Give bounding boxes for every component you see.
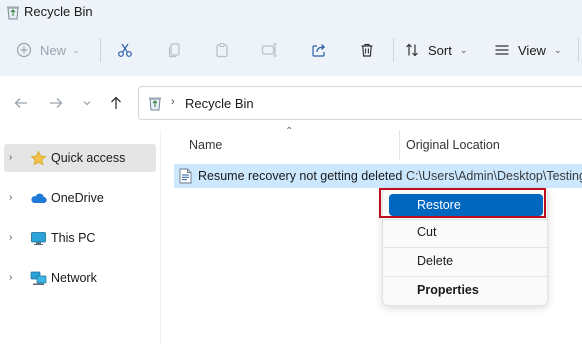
properties-menu-label: Properties <box>417 283 479 297</box>
copy-button[interactable] <box>162 38 186 62</box>
delete-button[interactable] <box>355 38 379 62</box>
chevron-right-icon[interactable]: › <box>9 152 12 163</box>
title-bar: Recycle Bin <box>0 0 582 24</box>
file-row[interactable]: Resume recovery not getting deleted C:\U… <box>174 164 582 188</box>
share-icon <box>312 44 326 57</box>
view-list-icon <box>495 45 509 55</box>
sort-ascending-icon: ⌃ <box>285 126 294 137</box>
column-resize-handle[interactable] <box>399 130 400 160</box>
share-button[interactable] <box>307 38 331 62</box>
up-button[interactable] <box>107 94 125 112</box>
rename-icon <box>261 43 277 57</box>
delete-menu-item[interactable]: Delete <box>389 250 543 272</box>
copy-icon <box>168 43 180 58</box>
trash-icon <box>361 43 373 57</box>
sidebar-item-label: Quick access <box>51 151 126 165</box>
file-name: Resume recovery not getting deleted <box>198 169 403 183</box>
cut-button[interactable] <box>113 38 137 62</box>
chevron-down-icon: ⌄ <box>553 44 562 55</box>
address-bar[interactable]: › Recycle Bin <box>138 86 582 120</box>
toolbar-divider <box>393 38 394 62</box>
arrow-right-icon <box>50 98 63 108</box>
column-header-original-location[interactable]: Original Location <box>406 138 500 152</box>
delete-menu-label: Delete <box>417 254 454 268</box>
chevron-right-icon[interactable]: › <box>9 272 12 283</box>
restore-highlight-outline <box>379 188 546 218</box>
recycle-bin-icon <box>7 6 19 20</box>
file-original-location: C:\Users\Admin\Desktop\Testing <box>406 169 582 183</box>
sort-button[interactable]: Sort ⌄ <box>404 38 467 62</box>
sidebar-item-onedrive[interactable]: › OneDrive <box>4 184 156 212</box>
cut-menu-item[interactable]: Cut <box>389 221 543 243</box>
column-header-row: ⌃ Name Original Location <box>161 126 582 162</box>
toolbar-divider <box>578 38 579 62</box>
forward-button[interactable] <box>47 94 65 112</box>
toolbar-divider <box>100 38 101 62</box>
sidebar-item-label: Network <box>51 271 97 285</box>
document-icon <box>179 168 192 184</box>
properties-menu-item[interactable]: Properties <box>389 279 543 301</box>
menu-separator <box>384 219 548 220</box>
monitor-icon <box>31 232 46 245</box>
chevron-right-icon[interactable]: › <box>9 192 12 203</box>
view-button[interactable]: View ⌄ <box>494 38 562 62</box>
chevron-right-icon[interactable]: › <box>9 232 12 243</box>
back-button[interactable] <box>12 94 30 112</box>
sidebar-item-label: This PC <box>51 231 96 245</box>
network-icon <box>30 271 47 285</box>
breadcrumb-recycle-bin[interactable]: Recycle Bin <box>185 96 254 111</box>
menu-separator <box>384 247 548 248</box>
rename-button[interactable] <box>258 38 282 62</box>
sort-icon <box>406 43 418 57</box>
scissors-icon <box>118 43 132 57</box>
menu-separator <box>384 276 548 277</box>
chevron-down-icon <box>83 101 91 106</box>
column-header-name[interactable]: Name <box>189 138 222 152</box>
window-title: Recycle Bin <box>24 4 93 19</box>
recent-locations-button[interactable] <box>78 94 96 112</box>
cloud-icon <box>31 193 47 204</box>
sidebar-item-network[interactable]: › Network <box>4 264 156 292</box>
view-button-label: View <box>518 42 546 58</box>
paste-button[interactable] <box>210 38 234 62</box>
command-bar: New ⌄ Sort ⌄ View ⌄ <box>0 24 582 76</box>
chevron-down-icon: ⌄ <box>72 44 80 55</box>
new-button[interactable]: New ⌄ <box>16 38 80 62</box>
sort-button-label: Sort <box>428 42 452 58</box>
sidebar-item-label: OneDrive <box>51 191 104 205</box>
new-button-label: New <box>40 42 67 58</box>
cut-menu-label: Cut <box>417 225 437 239</box>
clipboard-icon <box>216 42 228 58</box>
chevron-down-icon: ⌄ <box>459 44 468 55</box>
arrow-left-icon <box>14 98 27 108</box>
plus-circle-icon <box>16 42 32 58</box>
star-icon <box>30 150 47 166</box>
sidebar-item-this-pc[interactable]: › This PC <box>4 224 156 252</box>
arrow-up-icon <box>111 96 121 109</box>
chevron-right-icon[interactable]: › <box>171 96 175 108</box>
sidebar-item-quick-access[interactable]: › Quick access <box>4 144 156 172</box>
recycle-bin-icon <box>149 97 161 111</box>
navigation-pane: › Quick access › OneDrive › This PC › Ne… <box>0 130 160 344</box>
